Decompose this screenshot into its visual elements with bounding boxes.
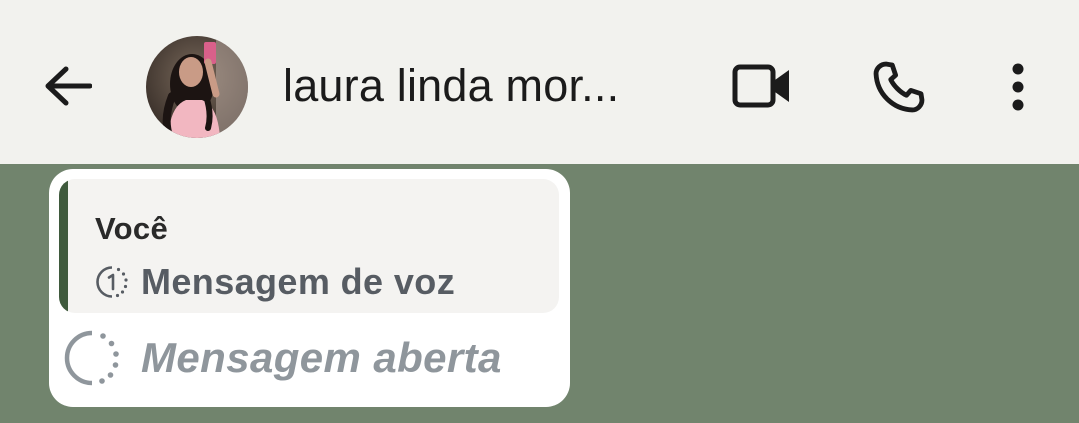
contact-avatar[interactable] (146, 36, 248, 138)
quoted-text: Mensagem de voz (141, 261, 456, 302)
voice-call-button[interactable] (864, 52, 934, 122)
opened-text: Mensagem aberta (141, 334, 502, 381)
back-button[interactable] (38, 56, 98, 116)
view-once-opened-icon (63, 329, 121, 387)
view-once-icon (95, 265, 129, 299)
more-vertical-icon (1012, 63, 1024, 111)
video-call-button[interactable] (726, 56, 798, 116)
quote-accent-bar (59, 179, 68, 313)
contact-name[interactable]: laura linda mor... (283, 58, 683, 114)
arrow-left-icon (45, 66, 92, 106)
chat-header: laura linda mor... (0, 0, 1079, 164)
phone-icon (873, 61, 925, 113)
more-options-button[interactable] (996, 52, 1040, 122)
quoted-author: Você (95, 211, 168, 246)
video-camera-icon (732, 64, 789, 108)
message-bubble[interactable]: Você Mensagem de voz Mensagem aberta (49, 169, 570, 407)
quoted-content: Mensagem de voz (95, 261, 455, 303)
opened-status: Mensagem aberta (63, 329, 502, 387)
quoted-message[interactable]: Você Mensagem de voz (59, 179, 559, 313)
